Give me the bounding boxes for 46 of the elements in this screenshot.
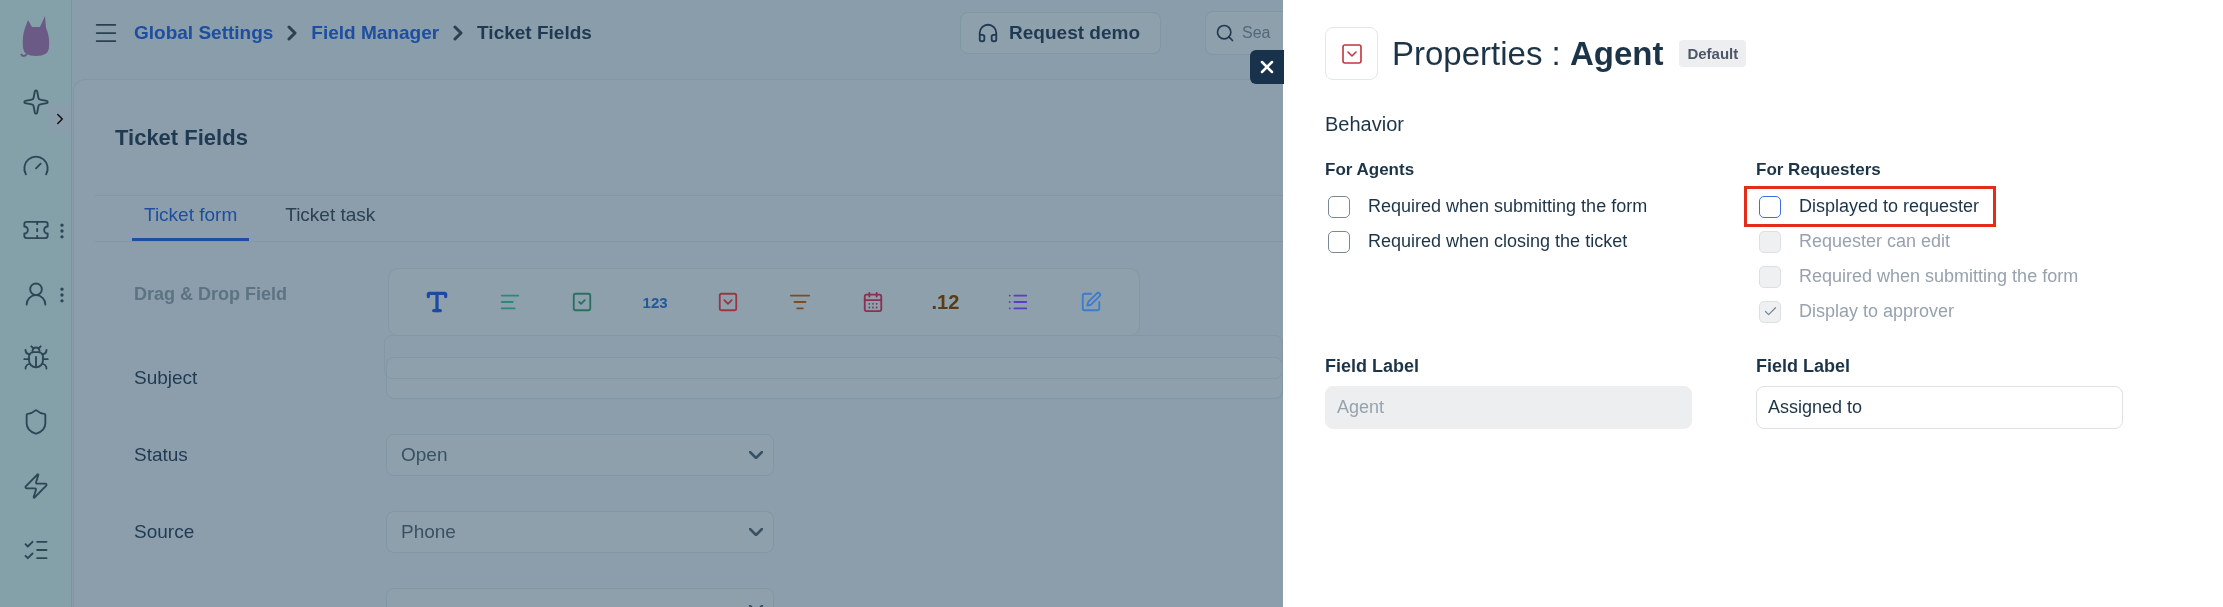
dropdown-field-icon: [1325, 27, 1378, 80]
checkbox[interactable]: [1759, 195, 1781, 218]
number-field-button[interactable]: 123: [635, 286, 676, 318]
tab[interactable]: Ticket task: [273, 196, 388, 241]
group-heading: For Agents: [1325, 160, 1416, 180]
checkbox[interactable]: [1328, 230, 1350, 253]
field-label: Status: [134, 443, 189, 466]
section-heading: Behavior: [1325, 113, 1405, 136]
checkbox-icon[interactable]: [571, 291, 594, 313]
breadcrumb-link[interactable]: Global Settings: [134, 22, 274, 44]
chevron-icon: [453, 25, 464, 41]
option-label: Display to approver: [1799, 301, 1955, 322]
breadcrumb-current: Ticket Fields: [477, 22, 592, 44]
search-icon: [1215, 23, 1235, 43]
dropdown-icon[interactable]: [716, 291, 739, 313]
field-label: Source: [134, 520, 196, 543]
breadcrumb-link[interactable]: Field Manager: [311, 22, 440, 44]
search-field[interactable]: Sea: [1205, 11, 1283, 55]
select-field[interactable]: Phone: [386, 510, 774, 553]
close-button[interactable]: [1250, 50, 1284, 84]
bug-icon[interactable]: [21, 344, 50, 372]
option-label: Required when closing the ticket: [1368, 231, 1628, 252]
chevron-down-icon: [749, 527, 763, 536]
checkbox[interactable]: [1328, 195, 1350, 218]
panel-title: Properties : Agent: [1392, 34, 1664, 73]
option-label: Required when submitting the form: [1799, 266, 2079, 287]
label-input[interactable]: Assigned to: [1756, 386, 2123, 429]
field-label: Subject: [134, 366, 199, 389]
chevron-down-icon: [749, 450, 763, 459]
option-label: Requester can edit: [1799, 231, 1951, 252]
expand-chevron-icon[interactable]: [49, 104, 71, 134]
number-field-button[interactable]: .12: [925, 286, 966, 318]
headset-icon: [977, 22, 1000, 44]
option-label: Required when submitting the form: [1368, 196, 1648, 217]
field-label-heading: Field Label: [1756, 356, 1852, 377]
group-heading: For Requesters: [1756, 160, 1882, 180]
sparkle-icon[interactable]: [21, 88, 50, 116]
chevron-icon: [287, 25, 298, 41]
select-field[interactable]: Open: [386, 433, 774, 476]
request-demo-button[interactable]: Request demo: [960, 12, 1161, 54]
input-field[interactable]: [386, 356, 1283, 399]
calendar-icon[interactable]: [861, 291, 884, 313]
option-label: Displayed to requester: [1799, 196, 1980, 217]
default-badge: Default: [1679, 40, 1747, 67]
field-label-heading: Field Label: [1325, 356, 1421, 377]
tab[interactable]: Ticket form: [132, 196, 250, 241]
